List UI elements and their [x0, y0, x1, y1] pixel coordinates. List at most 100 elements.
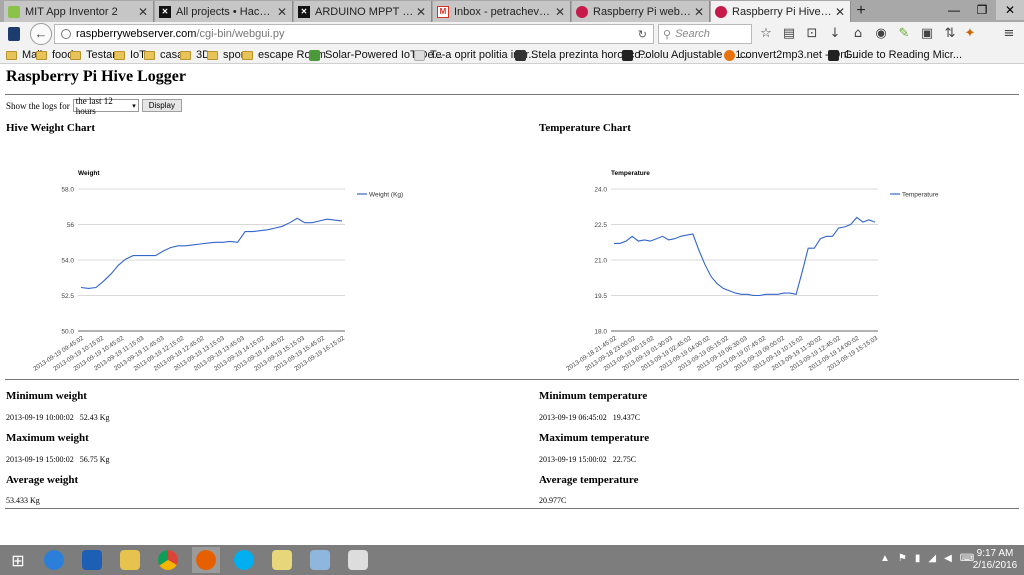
skype-icon	[234, 550, 254, 570]
avg-weight-title: Average weight	[6, 474, 79, 486]
bookmark-folder-food[interactable]: food	[36, 48, 73, 62]
battery-icon[interactable]: ▮	[915, 553, 921, 564]
tab-gmail-inbox[interactable]: M Inbox - petrachevalentin8... ✕	[433, 1, 571, 22]
max-weight-value: 2013-09-19 15:00:02 56.75 Kg	[6, 455, 110, 464]
taskbar-folder[interactable]	[268, 547, 296, 573]
y-tick-label: 56	[67, 222, 75, 229]
volume-icon[interactable]: ◀	[944, 553, 952, 564]
maximize-button[interactable]: ❐	[968, 0, 996, 20]
folder-icon	[207, 50, 218, 60]
explorer-icon	[120, 550, 140, 570]
folder-icon	[6, 50, 17, 60]
page-icon	[515, 49, 526, 61]
min-temp-value: 2013-09-19 06:45:02 19.437C	[539, 413, 641, 422]
close-tab-icon[interactable]: ✕	[414, 5, 428, 19]
avg-weight-value: 53.433 Kg	[6, 496, 40, 505]
clock[interactable]: 9:17 AM 2/16/2016	[970, 548, 1020, 572]
minimize-button[interactable]: —	[940, 0, 968, 20]
taskbar-paint[interactable]	[306, 547, 334, 573]
y-tick-label: 52.5	[61, 293, 74, 300]
y-tick-label: 54.0	[61, 258, 74, 265]
close-tab-icon[interactable]: ✕	[692, 5, 706, 19]
max-temp-title: Maximum temperature	[539, 432, 650, 444]
show-hidden-icon[interactable]: ▲	[880, 553, 890, 564]
bookmarks-toolbar: Mail food Testare IoT casa 3D sport esca…	[0, 46, 1024, 64]
taskbar-skype[interactable]	[230, 547, 258, 573]
sidebar-toggle-icon[interactable]	[8, 27, 20, 41]
chat-icon[interactable]: ◉	[873, 26, 889, 42]
taskbar-chrome[interactable]	[154, 547, 182, 573]
clock-time: 9:17 AM	[976, 548, 1014, 559]
divider	[5, 94, 1019, 95]
back-button[interactable]: ←	[30, 23, 52, 45]
url-host: raspberrywebserver.com	[76, 28, 197, 40]
taskbar-ie[interactable]	[40, 547, 68, 573]
reload-icon[interactable]: ↻	[638, 28, 647, 41]
tab-arduino-mppt[interactable]: ✕ ARDUINO MPPT SOLAR C... ✕	[294, 1, 432, 22]
close-tab-icon[interactable]: ✕	[833, 5, 847, 19]
avg-temp-title: Average temperature	[539, 474, 639, 486]
paint-icon	[310, 550, 330, 570]
page-icon	[828, 49, 839, 61]
taskbar-outlook[interactable]	[78, 547, 106, 573]
addon-icon[interactable]: ✎	[896, 26, 912, 42]
clipboard-icon[interactable]: ▣	[919, 26, 935, 42]
chrome-icon	[158, 550, 178, 570]
min-weight-value: 2013-09-19 10:00:02 52.43 Kg	[6, 413, 110, 422]
folder-icon	[36, 50, 47, 60]
avg-temp-value: 20.977C	[539, 496, 567, 505]
downloads-icon[interactable]: ↓	[827, 26, 843, 42]
taskbar-explorer[interactable]	[116, 547, 144, 573]
ie-icon	[44, 550, 64, 570]
network-icon[interactable]: ◢	[928, 553, 936, 564]
series-line	[80, 217, 343, 289]
menu-icon[interactable]: ≡	[1001, 26, 1017, 42]
tab-app-inventor[interactable]: MIT App Inventor 2 ✕	[4, 1, 154, 22]
folder-icon	[144, 50, 155, 60]
folder-icon	[70, 50, 81, 60]
folder-icon	[114, 50, 125, 60]
search-input[interactable]: ⚲ Search	[658, 24, 752, 44]
weight-chart: Weight58.05654.052.550.0Weight (Kg)2013-…	[32, 170, 403, 373]
range-select[interactable]: the last 12 hours ▾	[72, 96, 139, 116]
url-bar[interactable]: raspberrywebserver.com/cgi-bin/webgui.py…	[54, 24, 654, 44]
page-icon	[622, 49, 633, 61]
taskbar: ⊞ ▲ ⚑ ▮ ◢ ◀ ⌨ 9:17 AM 2/16/2016	[0, 545, 1024, 575]
raspberry-icon	[576, 5, 588, 18]
temperature-chart-heading: Temperature Chart	[539, 122, 631, 134]
tab-hackaday-projects[interactable]: ✕ All projects • Hackaday.io ✕	[155, 1, 293, 22]
display-button[interactable]: Display	[141, 99, 182, 112]
extension-icon[interactable]: ✦	[962, 26, 978, 42]
start-button[interactable]: ⊞	[4, 547, 32, 573]
bookmark-folder-iot[interactable]: IoT	[114, 48, 146, 62]
taskbar-firefox[interactable]	[192, 547, 220, 573]
close-tab-icon[interactable]: ✕	[136, 5, 150, 19]
hackaday-icon: ✕	[298, 5, 310, 18]
sync-icon[interactable]: ⇅	[942, 26, 958, 42]
url-path: /cgi-bin/webgui.py	[196, 28, 285, 40]
close-tab-icon[interactable]: ✕	[553, 5, 567, 19]
tab-hive-logger[interactable]: Raspberry Pi Hive Logger ✕	[711, 1, 851, 23]
bookmark-star-icon[interactable]: ☆	[758, 26, 774, 42]
y-tick-label: 19.5	[594, 293, 607, 300]
bookmark-folder-3d[interactable]: 3D	[180, 48, 210, 62]
folder-icon	[180, 50, 191, 60]
taskbar-fox-app[interactable]	[344, 547, 372, 573]
pocket-icon[interactable]: ⊡	[804, 26, 820, 42]
outlook-icon	[82, 550, 102, 570]
close-window-button[interactable]: ✕	[996, 0, 1024, 20]
tab-raspberry-web-server[interactable]: Raspberry Pi web server - ... ✕	[572, 1, 710, 22]
bookmark-reading-micr[interactable]: Guide to Reading Micr...	[828, 48, 962, 62]
weight-chart-heading: Hive Weight Chart	[6, 122, 96, 134]
flag-icon[interactable]: ⚑	[898, 553, 907, 564]
new-tab-button[interactable]: +	[852, 2, 870, 20]
home-icon[interactable]: ⌂	[850, 26, 866, 42]
clock-date: 2/16/2016	[972, 560, 1018, 571]
divider	[5, 508, 1019, 509]
y-tick-label: 21.0	[594, 258, 607, 265]
page-icon	[414, 49, 425, 61]
bookmark-folder-casa[interactable]: casa	[144, 48, 183, 62]
close-tab-icon[interactable]: ✕	[275, 5, 289, 19]
site-info-icon[interactable]	[61, 29, 71, 39]
reading-list-icon[interactable]: ▤	[781, 26, 797, 42]
